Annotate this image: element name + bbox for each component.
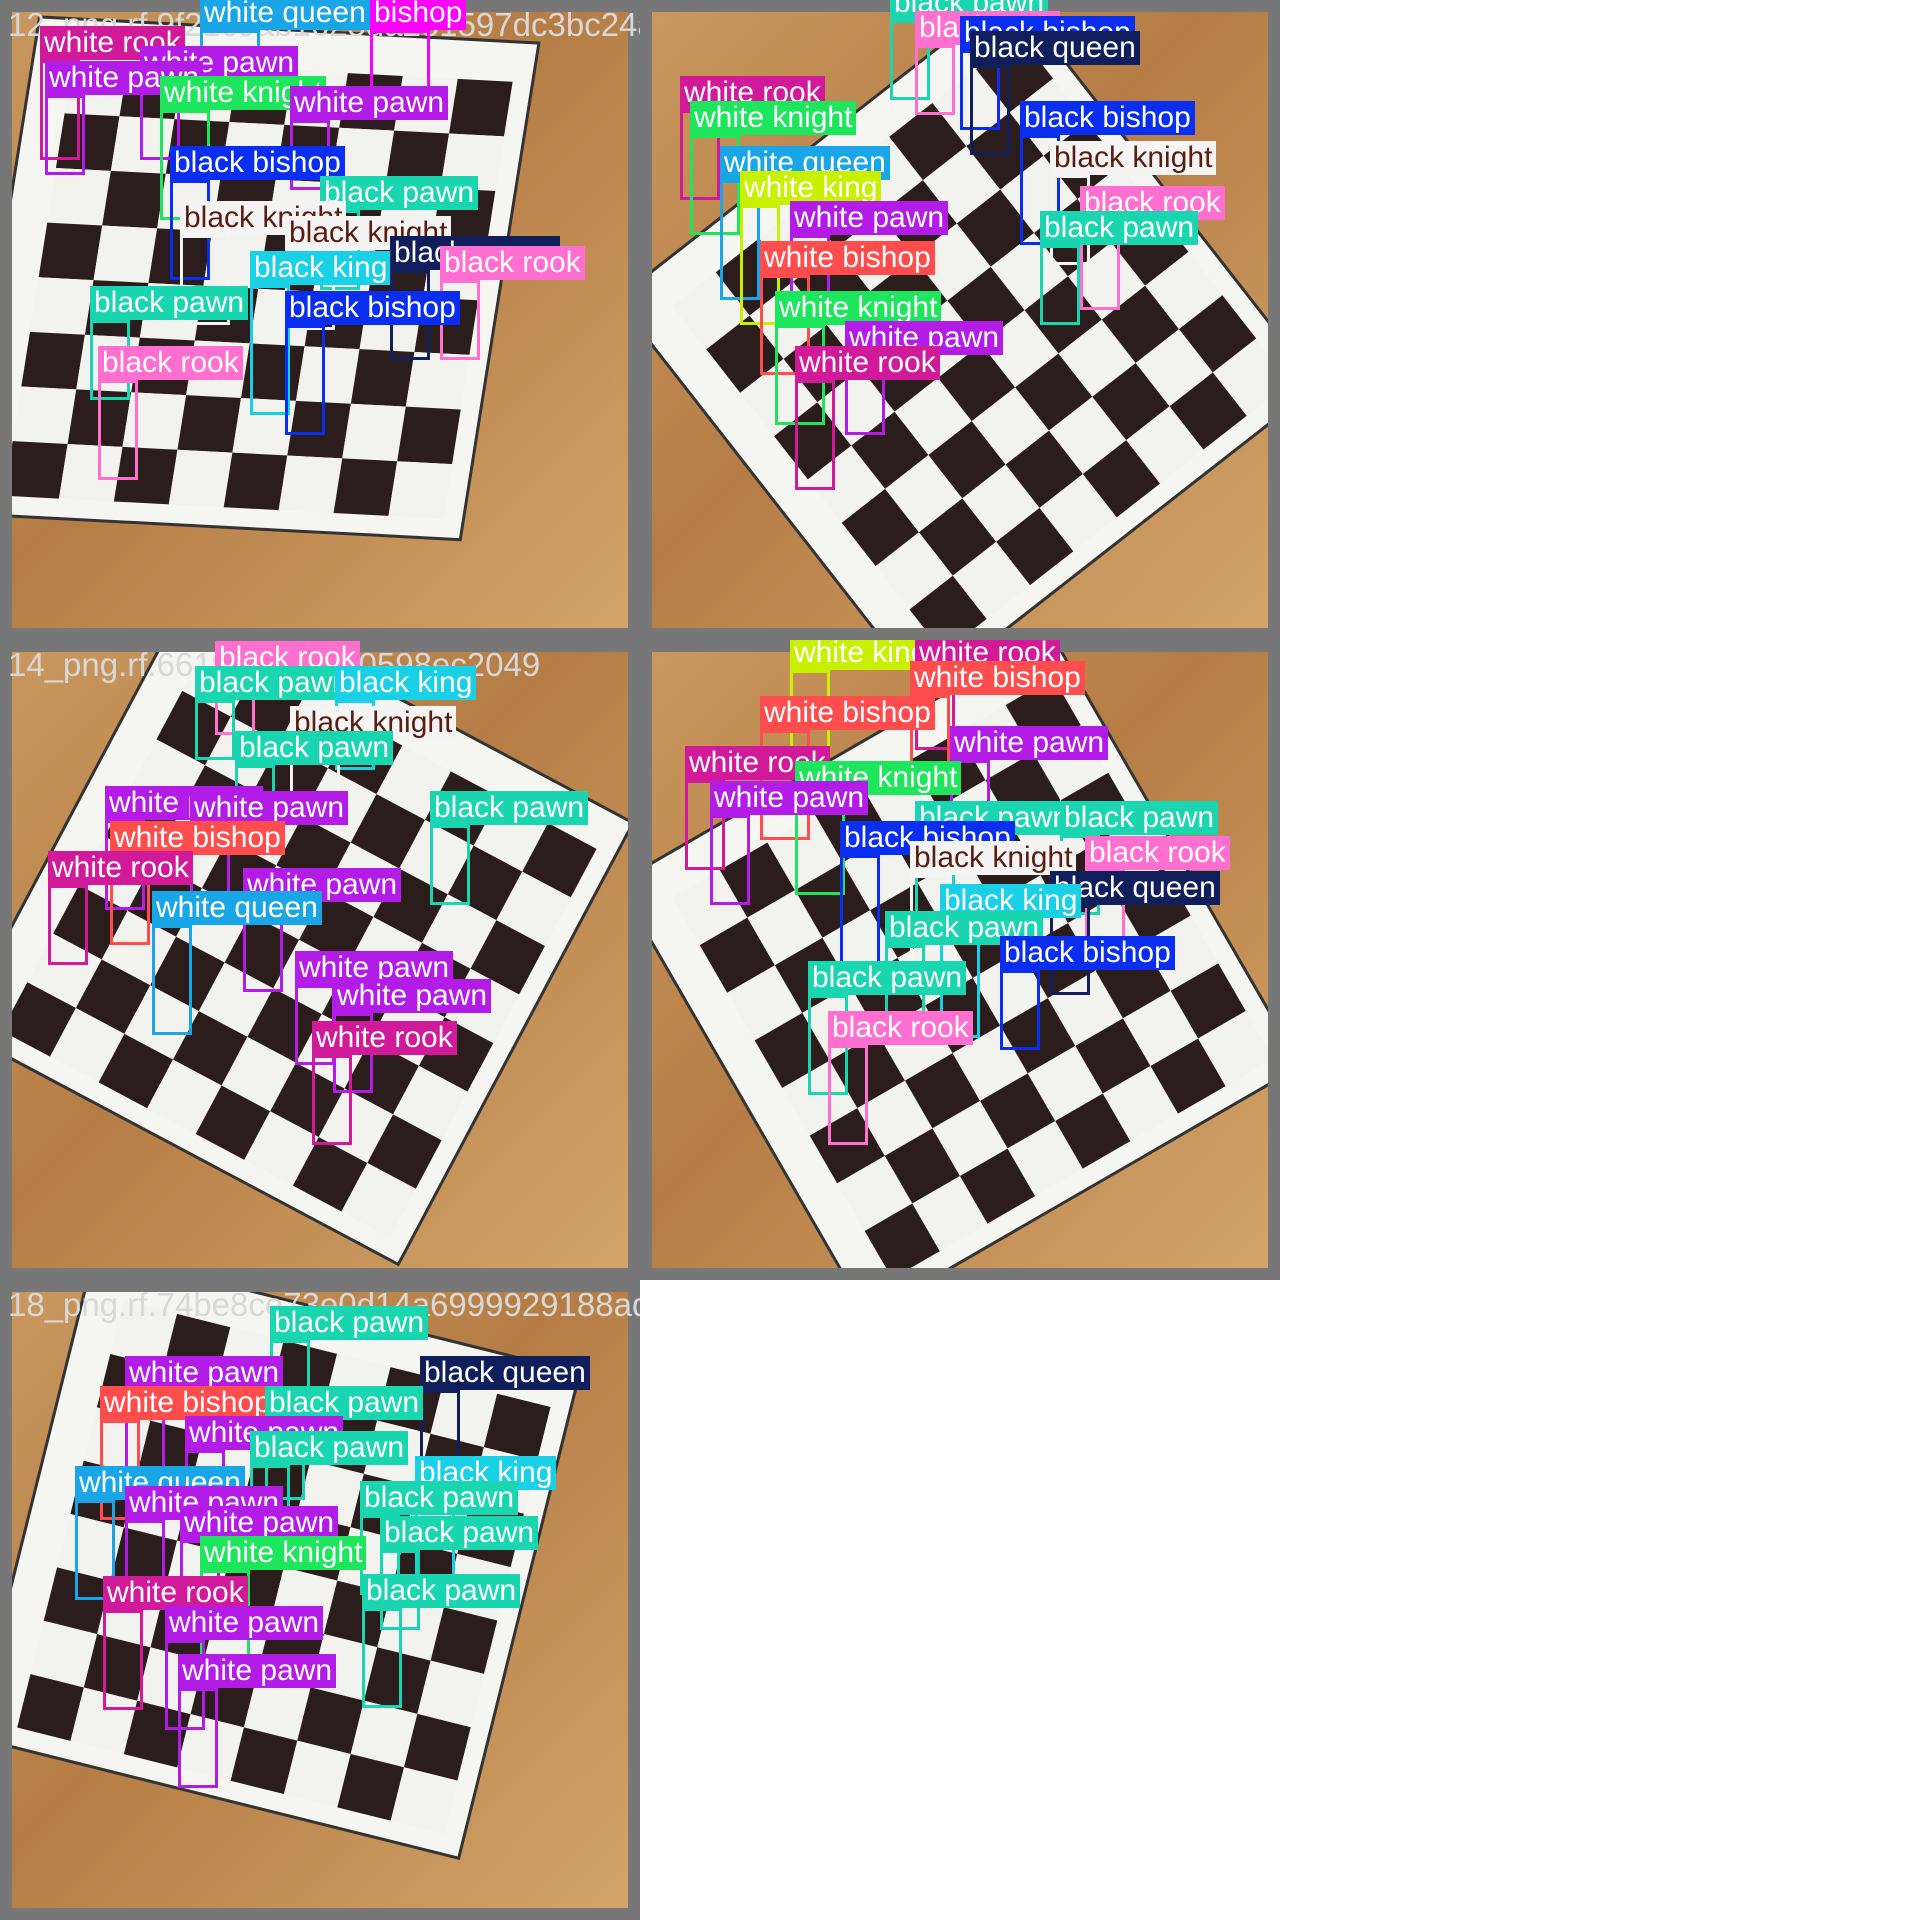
detection-label: black king xyxy=(335,666,477,700)
detection-label: white knight xyxy=(200,1536,367,1570)
detections-layer: white queen bishop white rook white pawn whi… xyxy=(0,0,640,640)
detection-label: black pawn xyxy=(362,1574,521,1608)
detection-label: white bishop xyxy=(760,696,935,730)
detections-layer: black pawn white pawn black queen white bis… xyxy=(0,1280,640,1920)
detections-layer: black rook black pawn black king black knig… xyxy=(0,640,640,1280)
detection-label: white pawn xyxy=(333,979,492,1013)
detection-label: black knight xyxy=(910,841,1077,875)
detection-label: black pawn xyxy=(270,1306,429,1340)
detection-box: black queen xyxy=(970,31,1140,155)
detection-box: white pawn xyxy=(45,61,204,175)
detection-label: white rook xyxy=(103,1576,248,1610)
detection-box: white rook xyxy=(103,1576,248,1710)
detection-box: black bishop xyxy=(840,821,1015,965)
detection-box: white rook xyxy=(795,346,940,490)
detection-box: black bishop xyxy=(1000,936,1175,1050)
detection-box: black rook xyxy=(915,11,1060,115)
detection-label: black knight xyxy=(1050,141,1217,175)
detection-label: white knight xyxy=(775,291,942,325)
detection-box: black bishop xyxy=(285,291,460,435)
detection-label: black pawn xyxy=(808,961,967,995)
detection-label: white pawn xyxy=(178,1654,337,1688)
detection-box: black pawn xyxy=(430,791,589,905)
detection-label: white knight xyxy=(690,101,857,135)
detection-label: black pawn xyxy=(360,1481,519,1515)
image-tile: 18_png.rf.74be8ce73e0d14a6999929188ad0a2… xyxy=(0,1280,640,1920)
detection-box: black pawn xyxy=(362,1574,521,1708)
detection-label: black rook xyxy=(828,1011,973,1045)
detection-label: black pawn xyxy=(430,791,589,825)
detections-layer: white king white rook white bishop white bi… xyxy=(640,640,1280,1280)
detection-label: black pawn xyxy=(250,1431,409,1465)
detection-box: white pawn xyxy=(710,781,869,905)
detection-label: white bishop xyxy=(760,241,935,275)
detection-label: white pawn xyxy=(125,1356,284,1390)
detection-label: white king xyxy=(740,171,882,205)
detection-label: black bishop xyxy=(170,146,345,180)
detection-label: black pawn xyxy=(235,731,394,765)
detection-box: white queen xyxy=(152,891,322,1035)
detection-label: black bishop xyxy=(1020,101,1195,135)
detection-box: white rook xyxy=(312,1021,457,1145)
image-tile: 14_png.rf.66195e5b6710598ec2049black roo… xyxy=(0,640,640,1280)
detection-label: black bishop xyxy=(285,291,460,325)
detection-box: black pawn xyxy=(195,666,354,760)
detection-label: white bishop xyxy=(100,1386,275,1420)
image-tile: black pawn black rookblack bishop black qu… xyxy=(640,0,1280,640)
detection-label: black pawn xyxy=(195,666,354,700)
detection-label: white rook xyxy=(312,1021,457,1055)
detection-label: white rook xyxy=(48,851,193,885)
detection-label: white pawn xyxy=(710,781,869,815)
detections-layer: black pawn black rookblack bishop black qu… xyxy=(640,0,1280,640)
detection-label: black king xyxy=(250,251,392,285)
detection-box: white pawn xyxy=(178,1654,337,1788)
detection-label: black pawn xyxy=(90,286,249,320)
detection-label: white bishop xyxy=(910,661,1085,695)
detection-label: white bishop xyxy=(110,821,285,855)
detection-label: black bishop xyxy=(1000,936,1175,970)
detection-label: black queen xyxy=(420,1356,590,1390)
detection-label: black queen xyxy=(970,31,1140,65)
detection-box: white rook xyxy=(48,851,193,965)
detection-box: black king xyxy=(250,251,392,415)
detection-label: white pawn xyxy=(180,1506,339,1540)
detection-label: black rook xyxy=(98,346,243,380)
image-tile: 12_png.rf.9f21c9ab1625da251597dc3bc24a5b… xyxy=(0,0,640,640)
detection-label: white pawn xyxy=(290,86,449,120)
detection-label: white pawn xyxy=(190,791,349,825)
detection-label: black pawn xyxy=(265,1386,424,1420)
detection-label: black pawn xyxy=(1040,211,1199,245)
detection-label: white queen xyxy=(200,0,370,30)
detection-box: black rook xyxy=(98,346,243,480)
detection-label: white rook xyxy=(795,346,940,380)
detection-label: black rook xyxy=(1085,836,1230,870)
detection-label: bishop xyxy=(370,0,467,30)
detection-label: black pawn xyxy=(380,1516,539,1550)
detection-label: white pawn xyxy=(790,201,949,235)
detection-box: black rook xyxy=(828,1011,973,1145)
detection-label: black pawn xyxy=(1060,801,1219,835)
detection-label: white pawn xyxy=(165,1606,324,1640)
detection-label: white queen xyxy=(152,891,322,925)
detection-box: black pawn xyxy=(1040,211,1199,325)
image-tile: white king white rook white bishop white bi… xyxy=(640,640,1280,1280)
detection-label: white pawn xyxy=(950,726,1109,760)
detection-label: black rook xyxy=(440,246,585,280)
